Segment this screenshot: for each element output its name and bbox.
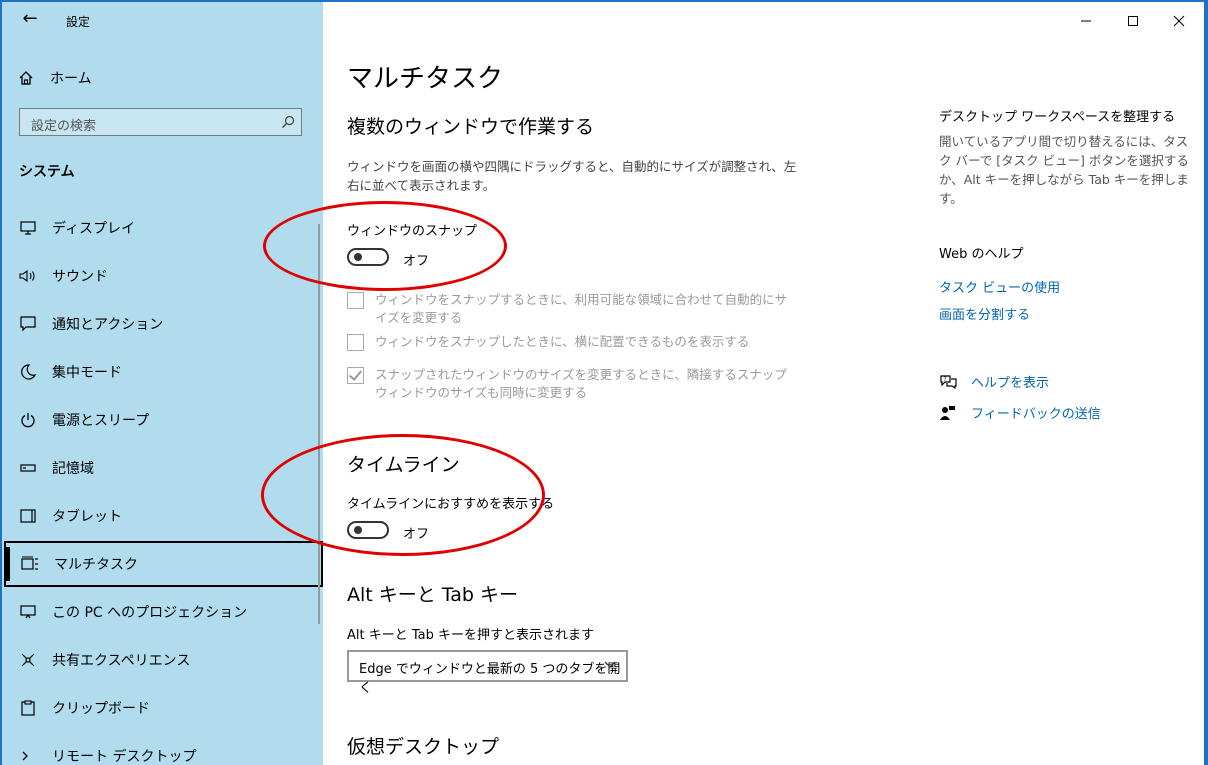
notification-icon bbox=[18, 314, 38, 334]
sidebar-item-label: 記憶域 bbox=[52, 461, 94, 477]
get-help-link[interactable]: ? ヘルプを表示 bbox=[939, 372, 1049, 391]
section-label: システム bbox=[19, 164, 75, 180]
sidebar-item-label: 電源とスリープ bbox=[52, 413, 150, 429]
multitask-icon bbox=[20, 554, 40, 574]
snap-option-show-assist[interactable]: ウィンドウをスナップしたときに、横に配置できるものを表示する bbox=[347, 333, 795, 351]
checkbox-label: ウィンドウをスナップしたときに、横に配置できるものを表示する bbox=[375, 334, 750, 349]
sidebar-item-label: タブレット bbox=[52, 509, 122, 525]
search-input[interactable]: 設定の検索 bbox=[19, 108, 302, 136]
moon-icon bbox=[18, 362, 38, 382]
storage-icon bbox=[18, 458, 38, 478]
page-title: マルチタスク bbox=[347, 64, 504, 94]
link-task-view[interactable]: タスク ビューの使用 bbox=[939, 277, 1060, 296]
annotation-ellipse-timeline bbox=[261, 434, 545, 556]
sidebar-item-label: マルチタスク bbox=[54, 557, 138, 573]
close-button[interactable] bbox=[1168, 10, 1190, 32]
settings-window: ← 設定 ホーム 設定の検索 システム ディスプレイ サウンド 通知とアクション… bbox=[2, 2, 1204, 765]
snap-option-auto-size[interactable]: ウィンドウをスナップするときに、利用可能な領域に合わせて自動的にサイズを変更する bbox=[347, 291, 795, 327]
sidebar-item-remote-desktop[interactable]: リモート デスクトップ bbox=[4, 733, 323, 765]
home-nav-item[interactable]: ホーム bbox=[18, 68, 92, 88]
power-icon bbox=[18, 410, 38, 430]
sidebar-item-label: クリップボード bbox=[52, 701, 150, 717]
get-help-label[interactable]: ヘルプを表示 bbox=[971, 372, 1049, 391]
workspace-text: 開いているアプリ間で切り替えるには、タスク バーで [タスク ビュー] ボタンを… bbox=[939, 134, 1189, 206]
sidebar-item-shared-experiences[interactable]: 共有エクスペリエンス bbox=[4, 637, 323, 683]
clipboard-icon bbox=[18, 698, 38, 718]
feedback-link[interactable]: フィードバックの送信 bbox=[939, 403, 1101, 422]
checkbox-label: ウィンドウをスナップするときに、利用可能な領域に合わせて自動的にサイズを変更する bbox=[375, 292, 788, 325]
sidebar-item-power[interactable]: 電源とスリープ bbox=[4, 397, 323, 443]
home-label: ホーム bbox=[50, 71, 92, 87]
checkbox-label: スナップされたウィンドウのサイズを変更するときに、隣接するスナップ ウィンドウの… bbox=[375, 367, 787, 400]
snap-section-heading: 複数のウィンドウで作業する bbox=[347, 116, 595, 138]
sidebar-item-label: サウンド bbox=[52, 269, 108, 285]
monitor-icon bbox=[18, 218, 38, 238]
maximize-icon bbox=[1128, 16, 1138, 26]
speaker-icon bbox=[18, 266, 38, 286]
search-icon[interactable] bbox=[281, 115, 295, 129]
sidebar-item-label: この PC へのプロジェクション bbox=[52, 605, 248, 621]
virtual-desktops-heading: 仮想デスクトップ bbox=[347, 736, 500, 758]
sidebar-item-notifications[interactable]: 通知とアクション bbox=[4, 301, 323, 347]
dropdown-value: Edge でウィンドウと最新の 5 つのタブを開く bbox=[359, 662, 621, 696]
chevron-down-icon bbox=[604, 661, 616, 668]
sidebar-item-clipboard[interactable]: クリップボード bbox=[4, 685, 323, 731]
sidebar-item-label: リモート デスクトップ bbox=[52, 749, 197, 765]
snap-option-resize-adjacent[interactable]: スナップされたウィンドウのサイズを変更するときに、隣接するスナップ ウィンドウの… bbox=[347, 366, 795, 402]
svg-text:?: ? bbox=[944, 376, 947, 383]
checkbox[interactable] bbox=[347, 292, 364, 309]
feedback-label[interactable]: フィードバックの送信 bbox=[971, 403, 1101, 422]
main-content: マルチタスク 複数のウィンドウで作業する ウィンドウを画面の横や四隅にドラッグす… bbox=[323, 2, 1204, 765]
sidebar-item-label: 通知とアクション bbox=[52, 317, 164, 333]
alt-tab-dropdown[interactable]: Edge でウィンドウと最新の 5 つのタブを開く bbox=[347, 650, 628, 696]
home-icon bbox=[19, 71, 33, 85]
share-icon bbox=[18, 650, 38, 670]
annotation-ellipse-snap bbox=[263, 201, 507, 291]
sidebar-item-label: 共有エクスペリエンス bbox=[52, 653, 191, 669]
remote-desktop-icon bbox=[18, 746, 38, 765]
snap-description: ウィンドウを画面の横や四隅にドラッグすると、自動的にサイズが調整され、左右に並べ… bbox=[347, 159, 797, 193]
sidebar-item-label: 集中モード bbox=[52, 365, 122, 381]
web-help-heading: Web のヘルプ bbox=[939, 247, 1024, 262]
close-icon bbox=[1173, 15, 1185, 27]
feedback-person-icon bbox=[940, 405, 955, 420]
maximize-button[interactable] bbox=[1122, 10, 1144, 32]
sidebar-item-label: ディスプレイ bbox=[52, 221, 136, 237]
tablet-icon bbox=[18, 506, 38, 526]
minimize-icon bbox=[1081, 20, 1091, 22]
app-title: 設定 bbox=[66, 15, 91, 29]
alt-tab-section-heading: Alt キーと Tab キー bbox=[347, 584, 519, 606]
search-placeholder: 設定の検索 bbox=[31, 119, 97, 134]
sidebar-item-focus[interactable]: 集中モード bbox=[4, 349, 323, 395]
sidebar-item-multitasking[interactable]: マルチタスク bbox=[4, 541, 323, 587]
back-arrow-icon[interactable]: ← bbox=[18, 8, 42, 29]
alt-tab-label: Alt キーと Tab キーを押すと表示されます bbox=[347, 628, 595, 643]
link-split-screen[interactable]: 画面を分割する bbox=[939, 304, 1030, 323]
sidebar-item-projection[interactable]: この PC へのプロジェクション bbox=[4, 589, 323, 635]
checkbox-checked[interactable] bbox=[347, 367, 364, 384]
help-chat-icon: ? bbox=[940, 374, 957, 389]
workspace-heading: デスクトップ ワークスペースを整理する bbox=[939, 110, 1176, 125]
sidebar: ← 設定 ホーム 設定の検索 システム ディスプレイ サウンド 通知とアクション… bbox=[2, 2, 323, 765]
checkbox[interactable] bbox=[347, 334, 364, 351]
projection-icon bbox=[18, 602, 38, 622]
minimize-button[interactable] bbox=[1075, 10, 1097, 32]
